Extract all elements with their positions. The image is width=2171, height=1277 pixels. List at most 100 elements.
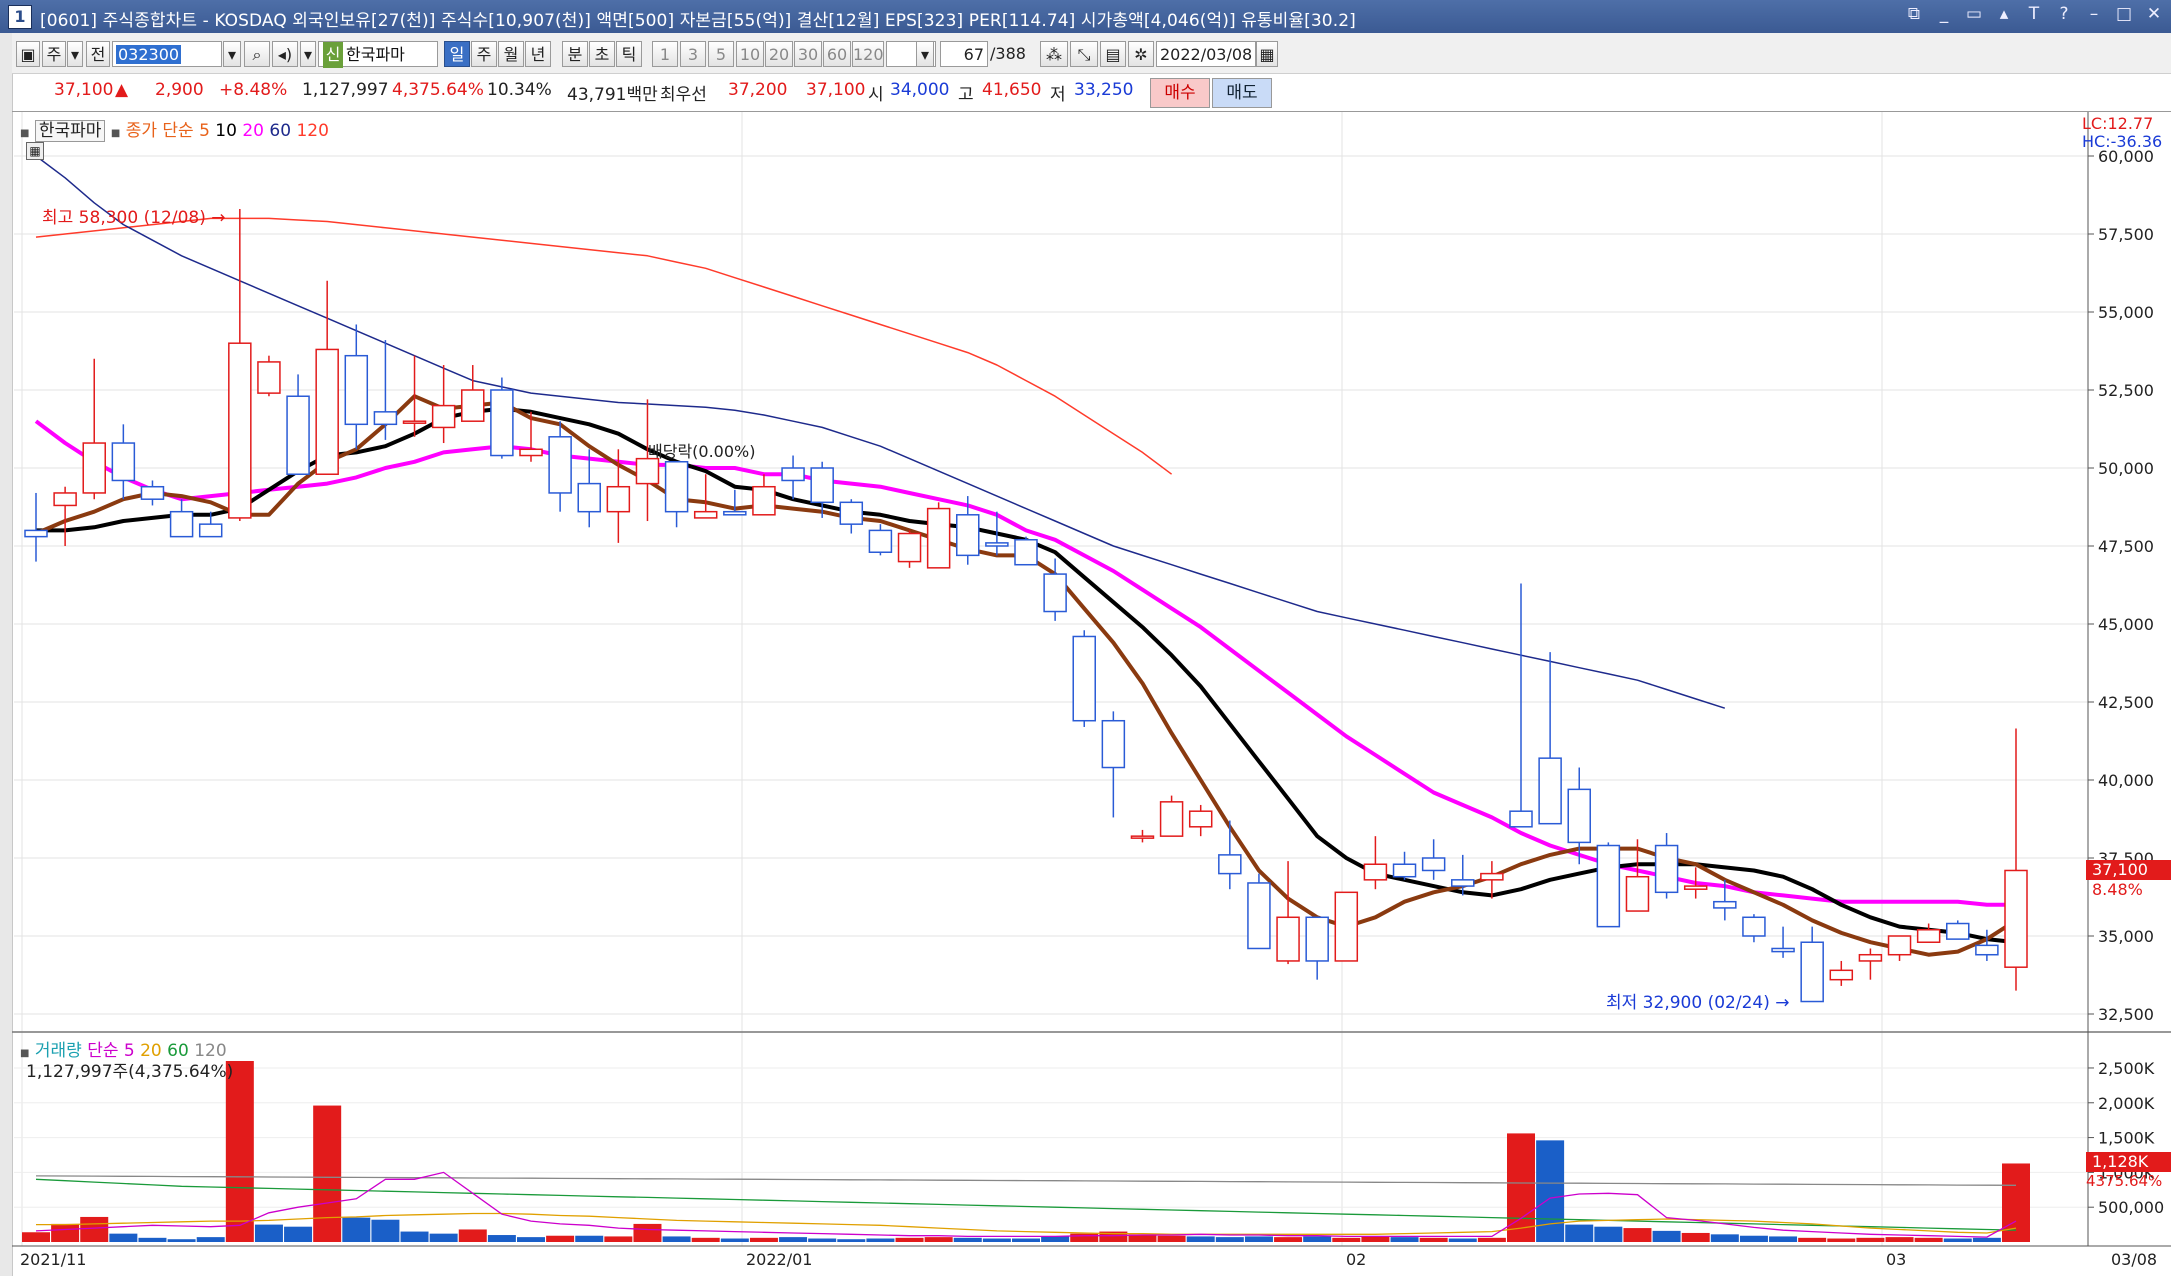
interval-3-button[interactable]: 3 — [680, 41, 706, 67]
candle-body — [1946, 922, 1970, 940]
candle-body — [1363, 863, 1388, 881]
speaker-dropdown-icon[interactable]: ▾ — [300, 41, 316, 67]
chart-area[interactable]: 60,000 57,500 55,000 52,500 50,000 47,500 45,0… — [12, 111, 2171, 1277]
sell-button[interactable]: 매도 — [1212, 78, 1272, 108]
calendar-icon[interactable]: ▦ — [1256, 41, 1278, 67]
y-tick-label: 52,500 — [2098, 381, 2154, 400]
legend-ma120[interactable]: 120 — [296, 121, 328, 141]
volume-bar — [720, 1238, 749, 1242]
candle-body — [897, 532, 922, 563]
volume-bar — [1186, 1236, 1215, 1242]
candle-body — [1421, 857, 1446, 872]
volume-bar — [1477, 1237, 1506, 1242]
period-minute-button[interactable]: 분 — [562, 41, 588, 67]
volume-bar — [1157, 1235, 1186, 1242]
candle-body — [1188, 810, 1213, 828]
period-second-button[interactable]: 초 — [589, 41, 615, 67]
zoom-icon[interactable]: ⤡ — [1070, 41, 1098, 67]
legend-stock-name[interactable]: 한국파마 — [34, 120, 106, 142]
volume-ratio: 4,375.64% — [392, 80, 484, 100]
y-tick-label: 55,000 — [2098, 303, 2154, 322]
speaker-icon[interactable]: ◂) — [272, 41, 298, 67]
window-number[interactable]: 1 — [8, 5, 32, 29]
minimize-icon[interactable]: – — [2083, 4, 2105, 24]
volume-bar — [633, 1223, 662, 1242]
candle-body — [1334, 891, 1359, 962]
candle-body — [1218, 854, 1242, 875]
low-note: 최저 32,900 (02/24) — [1606, 993, 1770, 1013]
settings-icon[interactable]: ✲ — [1128, 41, 1154, 67]
volume-bar — [1448, 1238, 1477, 1242]
tile-icon[interactable]: ⧉ — [1903, 4, 1925, 24]
volume-bar — [1012, 1238, 1040, 1242]
interval-20-button[interactable]: 20 — [765, 41, 793, 67]
candle-body — [111, 442, 136, 482]
indicator-icon[interactable]: ⁂ — [1040, 41, 1068, 67]
ma5-line — [35, 394, 2018, 957]
search-icon[interactable]: ⌕ — [244, 41, 270, 67]
font-icon[interactable]: T — [2023, 4, 2045, 24]
help-icon[interactable]: ? — [2053, 4, 2075, 24]
turnover-rate: 10.34% — [487, 80, 552, 100]
interval-30-button[interactable]: 30 — [794, 41, 822, 67]
volume-sub: 1,127,997주(4,375.64%) — [26, 1062, 234, 1082]
legend-ma5[interactable]: 5 — [199, 121, 210, 141]
prev-button[interactable]: 전 — [86, 41, 110, 67]
candle-body — [1887, 935, 1912, 956]
count-input[interactable]: 67 — [940, 41, 988, 67]
layout-icon[interactable]: ▣ — [16, 41, 40, 67]
candle-body — [752, 485, 776, 516]
period-month-button[interactable]: 월 — [498, 41, 524, 67]
mode-dropdown-icon[interactable]: ▾ — [67, 41, 83, 67]
volume-bar — [517, 1237, 545, 1242]
candle-body — [781, 467, 805, 482]
volume-bar — [749, 1237, 778, 1242]
volume-bar — [1419, 1237, 1448, 1242]
stock-code-value: 032300 — [116, 45, 182, 64]
candle-body — [1451, 879, 1475, 887]
period-year-button[interactable]: 년 — [525, 41, 551, 67]
mode-button[interactable]: 주 — [42, 41, 66, 67]
candle-body — [228, 342, 252, 519]
interval-5-button[interactable]: 5 — [708, 41, 734, 67]
y-tick-label: 57,500 — [2098, 225, 2154, 244]
maximize-icon[interactable]: □ — [2113, 4, 2135, 24]
period-week-button[interactable]: 주 — [471, 41, 497, 67]
interval-1-button[interactable]: 1 — [652, 41, 678, 67]
high-label: 고 — [958, 85, 974, 105]
grid-toggle-icon[interactable]: ▦ — [26, 142, 44, 160]
volume-bar — [196, 1237, 225, 1242]
legend-ma20[interactable]: 20 — [242, 121, 264, 141]
chart-toolbar: ▣ 주 ▾ 전 032300 ▾ ⌕ ◂) ▾ 신 한국파마 일 주 월 년 분 … — [12, 33, 2171, 74]
stock-name-field[interactable]: 신 한국파마 — [318, 41, 438, 68]
volume-bar — [1623, 1228, 1652, 1242]
buy-button[interactable]: 매수 — [1150, 78, 1210, 108]
candle-body — [257, 361, 281, 394]
restore-small-icon[interactable]: ▭ — [1963, 4, 1985, 24]
interval-60-button[interactable]: 60 — [823, 41, 851, 67]
interval-dropdown-icon[interactable]: ▾ — [916, 41, 934, 67]
arrow-right-icon: → — [211, 208, 226, 228]
stock-chart[interactable]: 60,00057,50055,00052,50050,00047,50045,0… — [12, 112, 2171, 1277]
candle-body — [519, 448, 543, 457]
legend-ma10[interactable]: 10 — [215, 121, 237, 141]
code-dropdown-icon[interactable]: ▾ — [223, 41, 241, 67]
volume-bar — [225, 1061, 254, 1242]
candle-body — [723, 510, 747, 516]
y-tick-label: 47,500 — [2098, 537, 2154, 556]
period-day-button[interactable]: 일 — [444, 41, 470, 67]
up-arrow-icon: ▲ — [115, 80, 129, 100]
volume-bar — [691, 1237, 720, 1242]
legend-ma60[interactable]: 60 — [269, 121, 291, 141]
interval-10-button[interactable]: 10 — [736, 41, 764, 67]
interval-120-button[interactable]: 120 — [852, 41, 884, 67]
candle-body — [286, 395, 310, 475]
x-axis-label: 02 — [1346, 1250, 1366, 1269]
date-input[interactable]: 2022/03/08 — [1156, 41, 1256, 67]
stock-code-input[interactable]: 032300 — [112, 41, 222, 67]
minimize-small-icon[interactable]: _ — [1933, 4, 1955, 24]
close-icon[interactable]: ✕ — [2143, 4, 2165, 24]
period-tick-button[interactable]: 틱 — [616, 41, 642, 67]
pin-icon[interactable]: ▴ — [1993, 4, 2015, 24]
save-icon[interactable]: ▤ — [1100, 41, 1126, 67]
